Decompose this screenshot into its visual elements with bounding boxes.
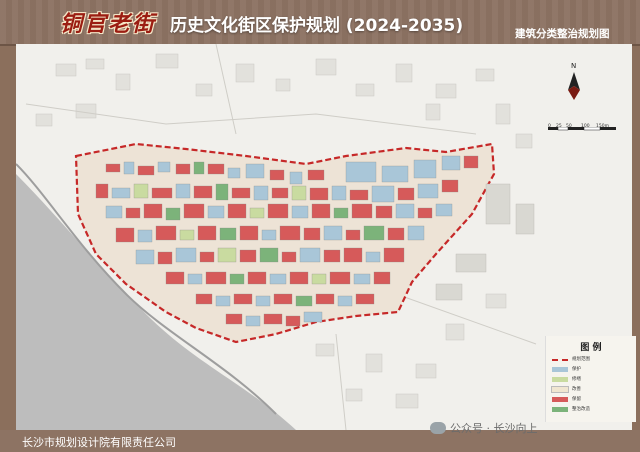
legend-label: 保留: [572, 397, 581, 402]
scale-label-4: 150m: [596, 124, 609, 129]
page-title: 历史文化街区保护规划 (2024-2035): [170, 16, 464, 36]
legend-title: 图 例: [580, 343, 602, 353]
legend-item-repair: 修缮: [552, 376, 581, 382]
watermark: 公众号 · 长沙向上: [430, 420, 538, 436]
legend-item-improve: 改善: [551, 385, 581, 393]
legend: 图 例 规划范围 保护 修缮 改善 保留 整治改造: [545, 336, 636, 422]
legend-item-protect: 保护: [552, 366, 581, 372]
legend-label: 整治改造: [572, 407, 590, 412]
retain-swatch: [552, 396, 568, 402]
watermark-text: 公众号 · 长沙向上: [450, 422, 538, 435]
renovate-swatch: [552, 406, 568, 412]
repair-swatch: [552, 376, 568, 382]
scale-bar: 0 25 50 100 150m: [548, 118, 618, 137]
protect-swatch: [552, 366, 568, 372]
scale-label-3: 100: [581, 124, 590, 129]
legend-item-renovate: 整治改造: [552, 406, 590, 412]
scale-label-2: 50: [566, 124, 572, 129]
improve-swatch: [551, 385, 569, 393]
boundary-swatch: [552, 359, 568, 361]
wechat-icon: [430, 422, 446, 434]
legend-label: 改善: [572, 387, 581, 392]
map-area: [16, 44, 632, 430]
legend-label: 保护: [572, 367, 581, 372]
legend-label: 修缮: [572, 377, 581, 382]
legend-item-boundary: 规划范围: [552, 356, 590, 362]
north-arrow-icon: N: [560, 60, 588, 106]
company-name: 长沙市规划设计院有限责任公司: [22, 436, 176, 449]
legend-label: 规划范围: [572, 357, 590, 362]
scale-label-1: 25: [556, 124, 562, 129]
legend-item-retain: 保留: [552, 396, 581, 402]
scale-label-0: 0: [548, 124, 551, 129]
map-subtitle: 建筑分类整治规划图: [515, 28, 610, 40]
map-canvas: [16, 44, 632, 430]
svg-text:N: N: [571, 62, 576, 70]
brand-logo: 铜官老街: [60, 11, 157, 37]
